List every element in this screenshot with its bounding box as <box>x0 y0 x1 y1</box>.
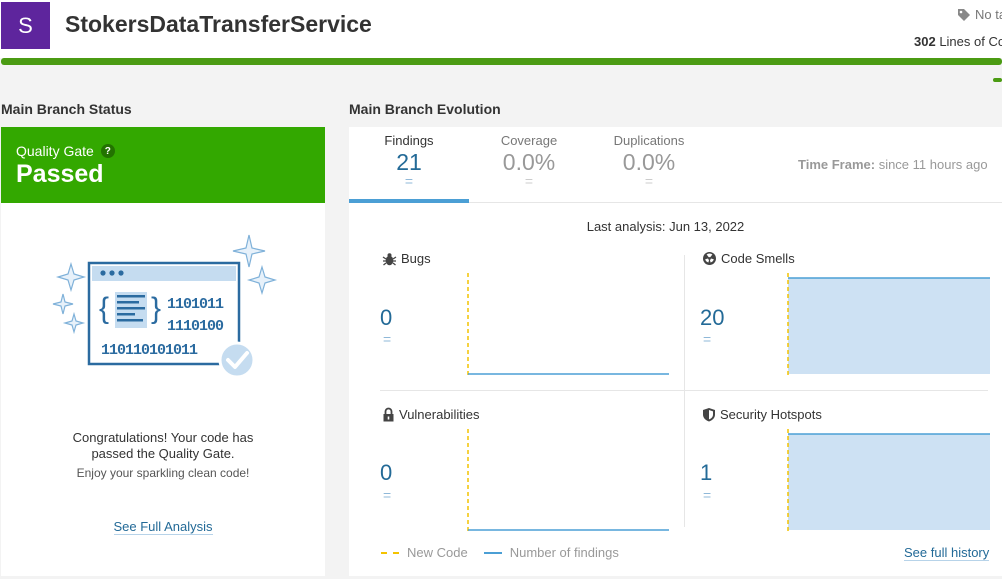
metric-vulnerabilities[interactable]: Vulnerabilities 0 = <box>380 407 670 537</box>
svg-text:{: { <box>99 292 109 325</box>
shield-icon <box>703 408 715 422</box>
project-header: S StokersDataTransferService No ta 302 L… <box>0 0 1002 58</box>
branch-evolution-panel: Findings 21 = Coverage 0.0% = Duplicatio… <box>349 127 1002 576</box>
see-full-history-link[interactable]: See full history <box>904 545 990 561</box>
time-frame-label: Time Frame: <box>798 157 876 172</box>
quality-gate-box: Quality Gate ? Passed <box>1 127 325 203</box>
metric-title-text: Code Smells <box>721 251 795 266</box>
metric-value[interactable]: 1 <box>700 460 712 486</box>
tab-equal-sign: = <box>404 173 414 189</box>
tab-coverage[interactable]: Coverage 0.0% = <box>469 127 589 202</box>
metric-title: Bugs <box>382 251 431 266</box>
project-name[interactable]: StokersDataTransferService <box>65 11 372 38</box>
time-frame: Time Frame: since 11 hours ago <box>798 157 988 172</box>
svg-text:1101011: 1101011 <box>167 296 224 313</box>
findings-legend-label: Number of findings <box>509 545 619 560</box>
metric-value[interactable]: 0 <box>380 305 392 331</box>
metric-code-smells[interactable]: Code Smells 20 = <box>700 251 990 381</box>
chart-legend: New Code Number of findings <box>381 545 619 560</box>
svg-text:110110101011: 110110101011 <box>101 342 198 359</box>
evolution-tabs: Findings 21 = Coverage 0.0% = Duplicatio… <box>349 127 1002 203</box>
clean-code-illustration: { } 1101011 1110100 110110101011 <box>52 234 278 379</box>
tab-label: Coverage <box>500 133 558 148</box>
quality-gate-status: Passed <box>16 160 104 188</box>
tab-label: Findings <box>384 133 434 148</box>
see-full-analysis-link[interactable]: See Full Analysis <box>113 519 213 535</box>
status-indicator <box>993 78 1002 82</box>
main-branch-evolution-title: Main Branch Evolution <box>349 101 501 117</box>
grid-divider-horizontal <box>380 390 988 391</box>
project-tags[interactable]: No ta <box>957 7 1002 22</box>
new-code-legend-label: New Code <box>407 545 468 560</box>
lock-icon <box>383 407 394 422</box>
see-full-history-row: See full history <box>904 545 990 561</box>
code-smell-icon <box>703 252 716 265</box>
metric-title-text: Bugs <box>401 251 431 266</box>
tag-icon <box>958 8 970 21</box>
tab-findings[interactable]: Findings 21 = <box>349 127 469 203</box>
bugs-sparkline <box>467 273 669 375</box>
help-icon[interactable]: ? <box>100 144 115 158</box>
quality-gate-text: Quality Gate <box>16 143 94 159</box>
metric-title: Code Smells <box>702 251 795 266</box>
metric-value[interactable]: 0 <box>380 460 392 486</box>
metric-equal-sign: = <box>703 331 712 347</box>
security-hotspots-sparkline <box>787 429 990 531</box>
svg-text:1110100: 1110100 <box>167 318 224 335</box>
tags-label: No ta <box>975 7 1002 22</box>
project-avatar: S <box>1 2 50 49</box>
svg-text:}: } <box>151 292 161 325</box>
metric-security-hotspots[interactable]: Security Hotspots 1 = <box>700 407 990 537</box>
metric-value[interactable]: 20 <box>700 305 724 331</box>
time-frame-value: since 11 hours ago <box>875 157 988 172</box>
metric-equal-sign: = <box>703 487 712 503</box>
congrats-line-2: passed the Quality Gate. <box>91 446 235 461</box>
congrats-message: Congratulations! Your code has passed th… <box>1 430 325 462</box>
loc-label: Lines of Co <box>935 34 1002 49</box>
tab-label: Duplications <box>613 133 685 148</box>
metric-bugs[interactable]: Bugs 0 = <box>380 251 670 381</box>
metric-equal-sign: = <box>383 487 392 503</box>
tab-value: 0.0% <box>622 149 676 175</box>
enjoy-message: Enjoy your sparkling clean code! <box>76 466 250 480</box>
congrats-line-1: Congratulations! Your code has <box>72 430 254 445</box>
lines-of-code: 302 Lines of Co <box>914 34 1002 49</box>
metric-title-text: Vulnerabilities <box>399 407 480 422</box>
quality-gate-label: Quality Gate ? <box>16 143 115 159</box>
vulnerabilities-sparkline <box>467 429 669 531</box>
main-branch-status-title: Main Branch Status <box>1 101 132 117</box>
branch-status-panel: Quality Gate ? Passed { } 1101011 111010… <box>1 127 325 576</box>
grid-divider-vertical <box>684 255 685 527</box>
new-code-legend-swatch <box>381 551 399 554</box>
tab-value: 0.0% <box>502 149 556 175</box>
last-analysis-date: Last analysis: Jun 13, 2022 <box>586 219 745 234</box>
metric-title: Vulnerabilities <box>382 407 479 422</box>
tab-equal-sign: = <box>644 173 654 189</box>
tab-value: 21 <box>396 149 422 175</box>
findings-legend-swatch <box>483 551 502 554</box>
bug-icon <box>382 252 397 266</box>
quality-status-bar <box>1 58 1002 65</box>
tab-duplications[interactable]: Duplications 0.0% = <box>589 127 709 202</box>
loc-count: 302 <box>914 34 936 49</box>
metric-equal-sign: = <box>383 331 392 347</box>
code-smells-sparkline <box>787 273 990 375</box>
metric-title: Security Hotspots <box>702 407 822 422</box>
active-tab-indicator <box>349 199 469 203</box>
full-analysis-row: See Full Analysis <box>1 519 325 535</box>
tab-equal-sign: = <box>524 173 534 189</box>
metric-title-text: Security Hotspots <box>720 407 822 422</box>
